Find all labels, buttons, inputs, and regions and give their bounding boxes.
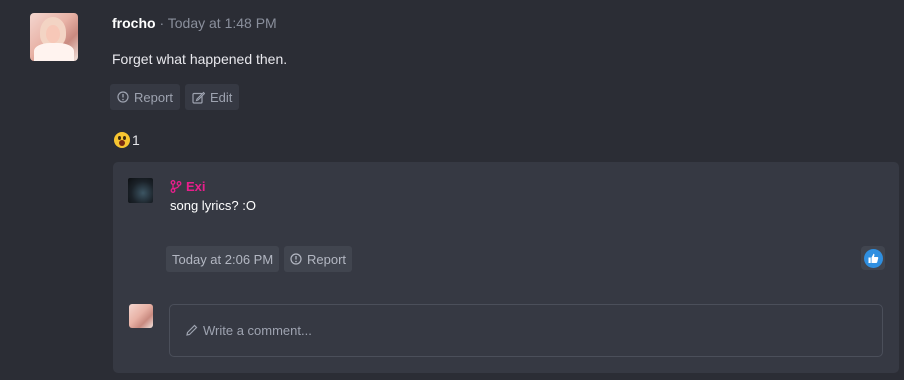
comment-input[interactable]: Write a comment... bbox=[169, 304, 883, 357]
avatar-face bbox=[46, 25, 60, 43]
comment-text: song lyrics? :O bbox=[170, 198, 256, 213]
info-circle-icon bbox=[117, 91, 129, 103]
comment-report-label: Report bbox=[307, 251, 347, 267]
post-message: Forget what happened then. bbox=[112, 51, 288, 67]
commenter-name-text: Exi bbox=[186, 179, 206, 194]
commenter-name[interactable]: Exi bbox=[170, 179, 206, 194]
comment-timestamp[interactable]: Today at 2:06 PM bbox=[166, 246, 280, 272]
meta-separator: · bbox=[155, 15, 168, 31]
astonished-emoji-icon bbox=[114, 132, 130, 148]
report-label: Report bbox=[134, 89, 174, 105]
post-timestamp[interactable]: Today at 1:48 PM bbox=[168, 15, 277, 31]
comments-section: Exi song lyrics? :O Today at 2:06 PM Rep… bbox=[113, 162, 899, 373]
current-user-avatar bbox=[129, 304, 153, 328]
edit-icon bbox=[192, 91, 205, 104]
thumbs-up-icon bbox=[863, 248, 883, 268]
post-author-name[interactable]: frocho bbox=[112, 15, 156, 31]
comment-time-text: Today at 2:06 PM bbox=[172, 251, 274, 267]
pencil-icon bbox=[186, 324, 198, 336]
report-button[interactable]: Report bbox=[110, 84, 181, 110]
post-header: frocho · Today at 1:48 PM bbox=[112, 15, 277, 31]
edit-label: Edit bbox=[210, 89, 233, 105]
reaction-summary[interactable]: 1 bbox=[114, 132, 140, 148]
edit-button[interactable]: Edit bbox=[185, 84, 240, 110]
reaction-count: 1 bbox=[132, 132, 140, 148]
avatar-body bbox=[34, 43, 74, 61]
comment-input-placeholder: Write a comment... bbox=[203, 323, 312, 338]
comment-report-button[interactable]: Report bbox=[284, 246, 353, 272]
info-circle-icon bbox=[290, 253, 302, 265]
author-avatar[interactable] bbox=[30, 13, 78, 61]
commenter-avatar[interactable] bbox=[128, 178, 153, 203]
branch-icon bbox=[170, 180, 182, 193]
like-button[interactable] bbox=[861, 246, 885, 270]
